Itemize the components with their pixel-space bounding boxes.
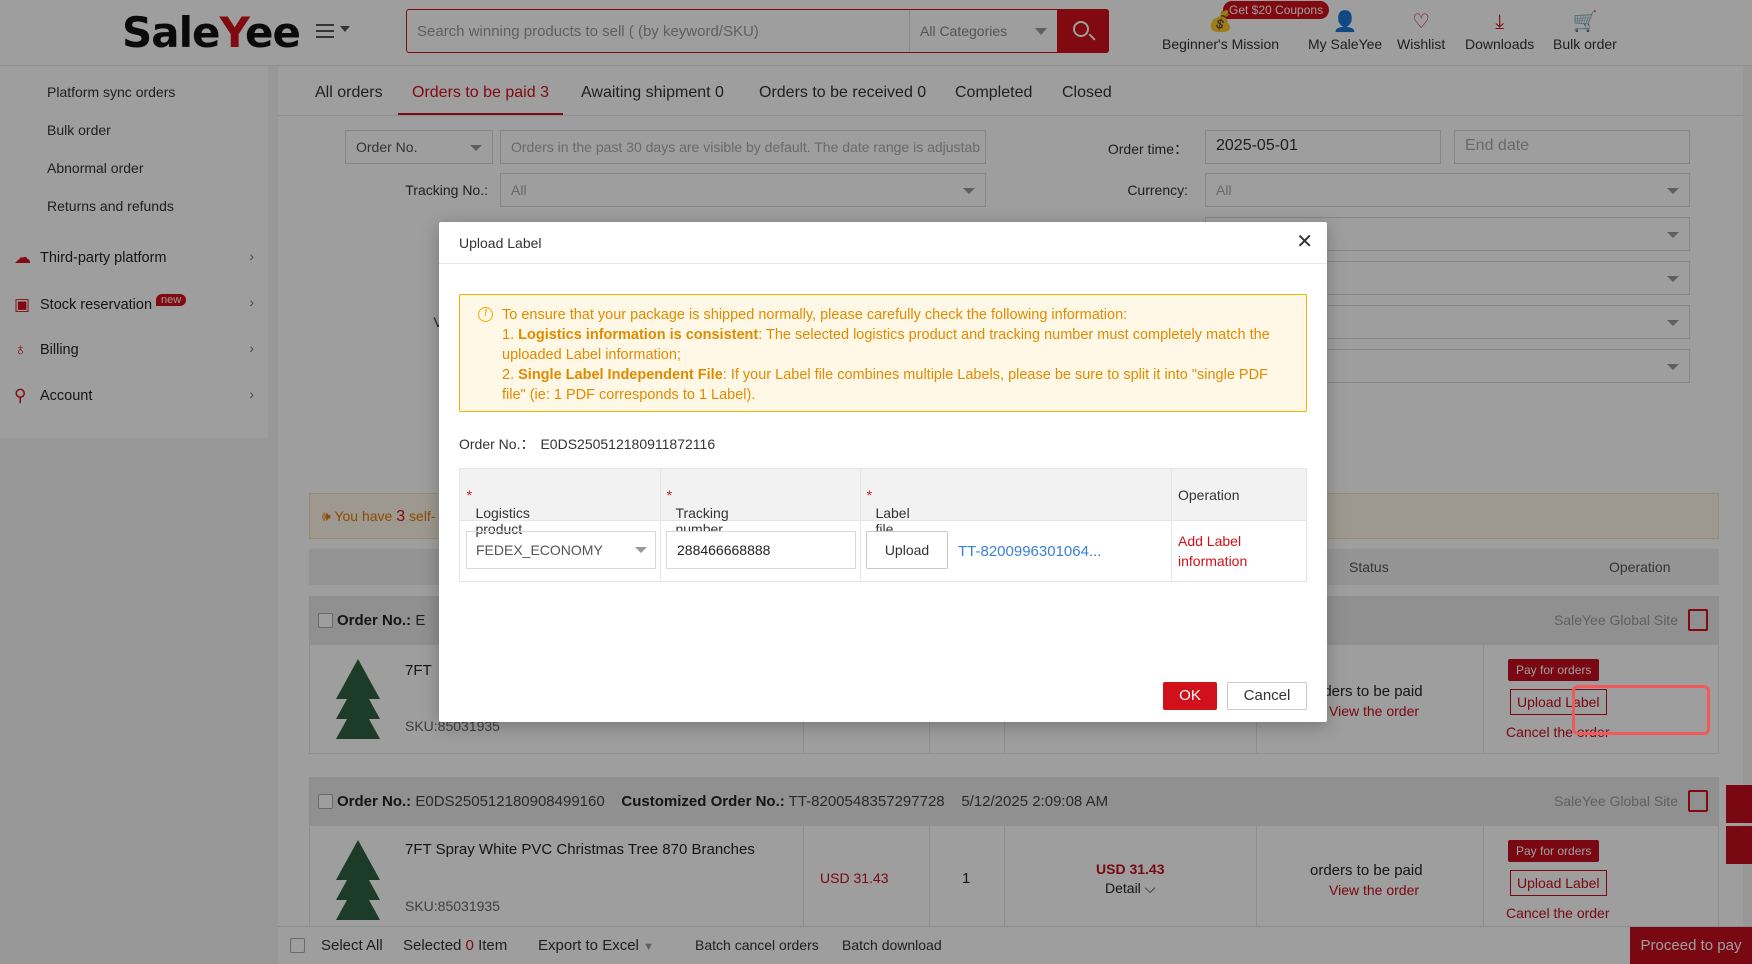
modal-order-no: Order No.： E0DS250512180911872116 bbox=[459, 436, 716, 452]
warning-box: ! To ensure that your package is shipped… bbox=[459, 294, 1307, 412]
tracking-number-input[interactable] bbox=[666, 531, 856, 569]
ok-button[interactable]: OK bbox=[1163, 682, 1217, 710]
modal-title: Upload Label bbox=[459, 235, 542, 251]
add-label-information-link[interactable]: Add Label information bbox=[1178, 531, 1288, 571]
upload-label-highlight bbox=[1572, 685, 1710, 735]
close-icon[interactable]: ✕ bbox=[1296, 232, 1313, 252]
label-table: * Logistics product * Tracking number * Lab… bbox=[459, 468, 1307, 582]
upload-file-button[interactable]: Upload bbox=[866, 531, 948, 569]
cancel-button[interactable]: Cancel bbox=[1227, 682, 1307, 710]
chevron-down-icon bbox=[635, 547, 647, 553]
upload-label-modal: Upload Label ✕ ! To ensure that your pac… bbox=[439, 222, 1327, 722]
logistics-product-select[interactable]: FEDEX_ECONOMY bbox=[466, 531, 656, 569]
label-file-link[interactable]: TT-8200996301064... bbox=[958, 543, 1101, 560]
label-table-header: * Logistics product * Tracking number * Lab… bbox=[460, 469, 1306, 537]
warning-icon: ! bbox=[478, 307, 493, 322]
